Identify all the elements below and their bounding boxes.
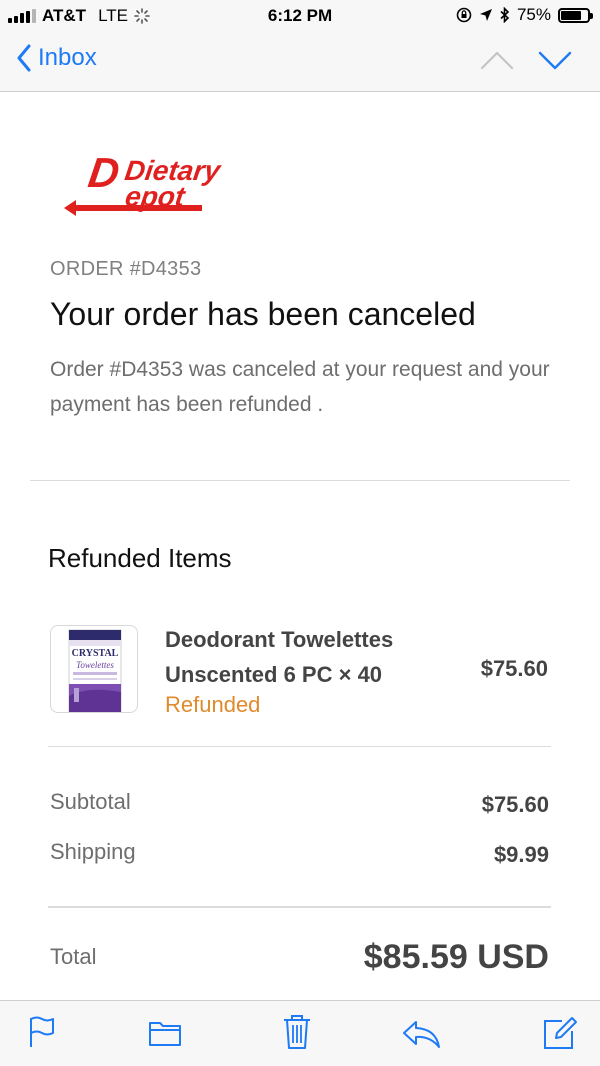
location-arrow-icon: [479, 9, 492, 21]
trash-icon[interactable]: [282, 1013, 312, 1051]
total-label: Total: [50, 944, 97, 969]
svg-text:Towelettes: Towelettes: [76, 660, 114, 670]
dietary-depot-logo: D Dietary epot: [64, 150, 224, 216]
product-thumbnail: CRYSTAL Towelettes: [50, 625, 138, 713]
svg-text:D: D: [86, 150, 123, 196]
item-refunded-status: Refunded: [165, 692, 261, 717]
shipping-value: $9.99: [493, 842, 549, 867]
item-name: Deodorant Towelettes Unscented 6 PC × 40: [165, 627, 394, 687]
refunded-items-title: Refunded Items: [48, 543, 232, 573]
orientation-lock-icon: [456, 7, 472, 23]
compose-icon[interactable]: [542, 1013, 578, 1051]
folder-icon[interactable]: [148, 1019, 182, 1047]
order-canceled-headline: Your order has been canceled: [50, 296, 476, 332]
previous-message-chevron-up-icon[interactable]: [480, 50, 514, 70]
chevron-left-icon: [17, 44, 31, 72]
total-divider: [48, 906, 551, 908]
item-price: $75.60: [480, 656, 548, 681]
bluetooth-icon: [500, 7, 510, 23]
back-to-inbox-button[interactable]: Inbox: [16, 44, 97, 72]
cancellation-description: Order #D4353 was canceled at your reques…: [50, 358, 550, 416]
svg-text:epot: epot: [123, 181, 188, 212]
order-number-label: ORDER #D4353: [50, 258, 202, 280]
subtotal-label: Subtotal: [50, 789, 131, 814]
mail-nav-bar: Inbox: [0, 32, 600, 92]
back-label: Inbox: [38, 44, 97, 71]
battery-icon: [558, 7, 593, 23]
subtotal-value: $75.60: [481, 792, 549, 817]
next-message-chevron-down-icon[interactable]: [538, 50, 572, 70]
reply-icon[interactable]: [402, 1019, 442, 1049]
items-divider: [48, 746, 551, 747]
flag-icon[interactable]: [28, 1015, 56, 1049]
battery-percent: 75%: [516, 5, 551, 24]
status-bar: AT&T LTE 6:12 PM 75%: [0, 0, 600, 32]
status-right: 75%: [456, 5, 593, 25]
total-value: $85.59 USD: [363, 938, 549, 976]
product-box-image: CRYSTAL Towelettes: [68, 629, 122, 712]
mail-toolbar: [0, 1000, 600, 1066]
svg-text:CRYSTAL: CRYSTAL: [72, 648, 119, 659]
shipping-label: Shipping: [50, 839, 136, 864]
section-divider: [30, 480, 570, 481]
